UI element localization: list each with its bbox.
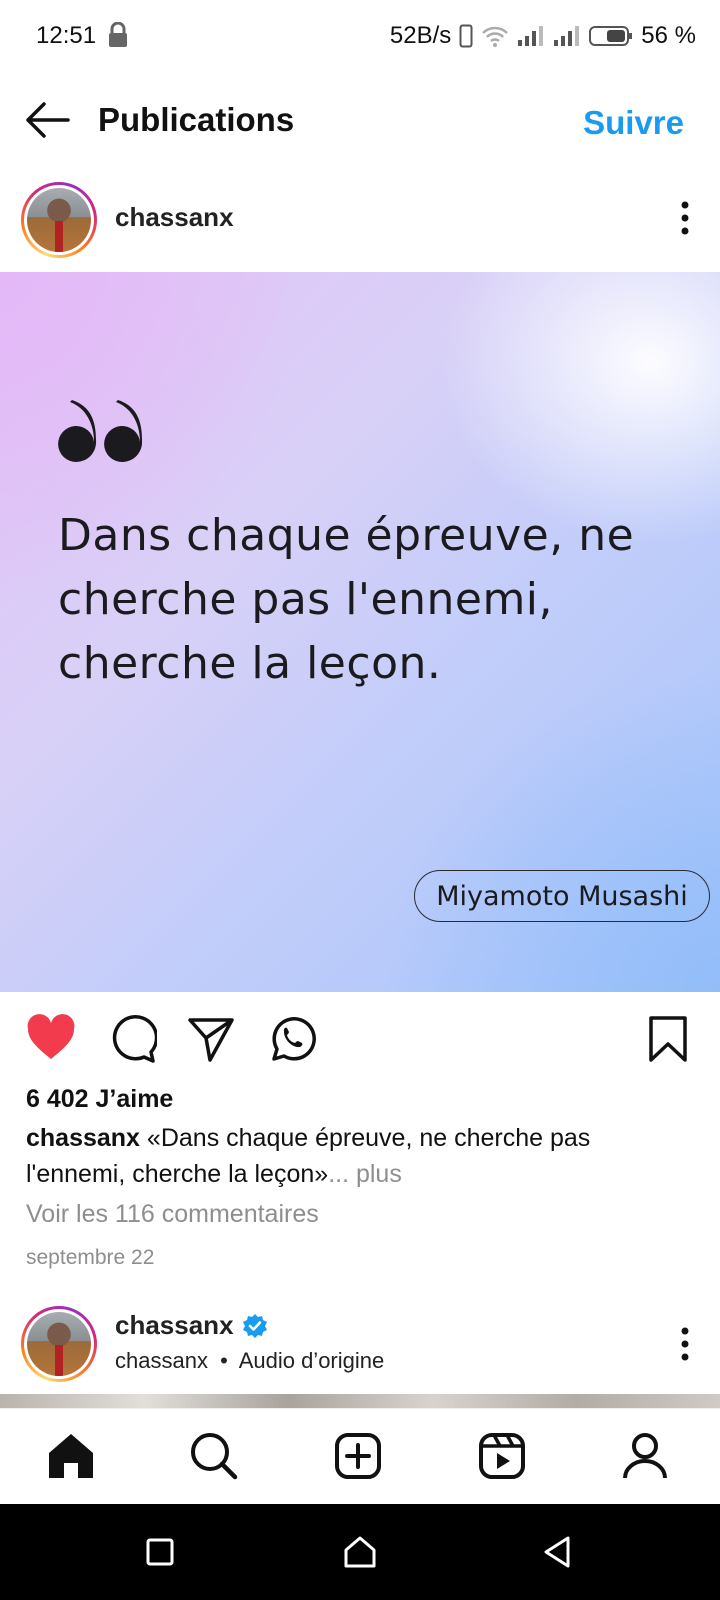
next-post-subuser[interactable]: chassanx [115,1348,208,1373]
whatsapp-icon[interactable] [266,1014,316,1064]
phone-icon [459,24,473,48]
top-bar: Publications Suivre [0,74,720,166]
quote-author: Miyamoto Musashi [414,870,710,922]
recents-icon[interactable] [142,1534,178,1570]
caption-more-link[interactable]: ... plus [328,1160,402,1188]
avatar [27,1312,91,1376]
page-title: Publications [98,101,295,138]
next-post-header: chassanx chassanx • Audio d’origine [0,1298,720,1394]
status-indicators: 52B/s 56 % [390,20,696,52]
audio-link[interactable]: Audio d’origine [239,1348,385,1373]
home-icon[interactable] [46,1431,96,1481]
reels-icon[interactable] [477,1431,527,1481]
avatar [27,188,91,252]
next-post-image-preview[interactable] [0,1394,720,1408]
more-options-icon[interactable] [680,1326,690,1362]
search-icon[interactable] [189,1431,239,1481]
next-post-username[interactable]: chassanx [115,1310,234,1341]
battery-level: 56 % [641,22,696,49]
signal-icon-1 [518,26,544,46]
status-time: 12:51 [36,22,97,49]
follow-button[interactable]: Suivre [583,104,684,142]
profile-icon[interactable] [620,1431,670,1481]
post-caption: chassanx «Dans chaque épreuve, ne cherch… [26,1120,686,1192]
post-username[interactable]: chassanx [115,202,234,233]
verified-badge-icon [242,1313,267,1338]
story-ring[interactable] [21,182,97,258]
post-image[interactable]: Dans chaque épreuve, ne cherche pas l'en… [0,272,720,992]
story-ring[interactable] [21,1306,97,1382]
comment-icon[interactable] [107,1014,157,1064]
system-navigation [0,1504,720,1600]
home-button-icon[interactable] [342,1534,378,1570]
wifi-icon [482,26,509,47]
post-header: chassanx [0,170,720,270]
bookmark-icon[interactable] [643,1014,693,1064]
heart-icon[interactable] [26,1014,76,1064]
share-icon[interactable] [186,1014,236,1064]
next-post-subtitle: chassanx • Audio d’origine [115,1348,384,1374]
post-date: septembre 22 [26,1246,155,1269]
caption-username[interactable]: chassanx [26,1124,140,1152]
bottom-navigation [0,1408,720,1504]
back-arrow-icon[interactable] [22,98,72,142]
status-bar: 12:51 52B/s 56 % [0,0,720,74]
battery-icon [589,26,633,46]
lock-icon [109,22,127,47]
signal-icon-2 [554,26,580,46]
back-icon[interactable] [540,1534,576,1570]
likes-count[interactable]: 6 402 J’aime [26,1085,173,1114]
quote-text: Dans chaque épreuve, ne cherche pas l'en… [58,510,635,689]
network-speed: 52B/s [389,22,452,49]
create-icon[interactable] [333,1431,383,1481]
view-comments-link[interactable]: Voir les 116 commentaires [26,1200,319,1229]
more-options-icon[interactable] [680,200,690,236]
post-actions [0,994,720,1084]
quotation-mark-icon [58,400,142,462]
separator-dot: • [220,1348,228,1373]
